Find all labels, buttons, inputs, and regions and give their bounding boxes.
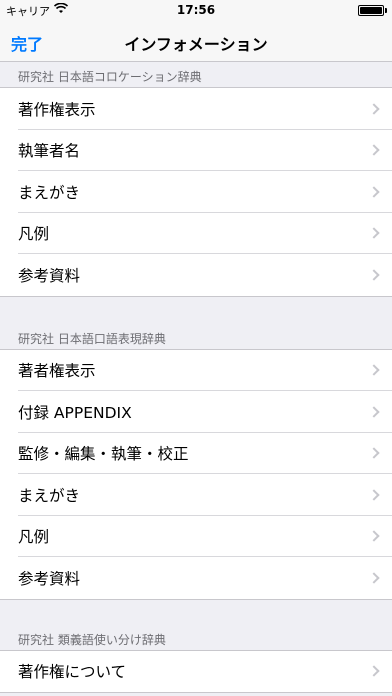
chevron-right-icon (368, 227, 380, 239)
status-bar: キャリア 17:56 (0, 0, 392, 20)
list-item[interactable]: 凡例 (0, 516, 392, 558)
section-group: 著作権について (0, 650, 392, 693)
chevron-right-icon (368, 530, 380, 542)
list-item[interactable]: 著者権表示 (0, 350, 392, 392)
status-time: 17:56 (176, 3, 216, 17)
list-item-label: 著者権表示 (18, 362, 96, 381)
list-item-label: 監修・編集・執筆・校正 (18, 445, 189, 464)
chevron-right-icon (368, 665, 380, 677)
list-item-label: 参考資料 (18, 569, 81, 588)
list-item[interactable]: 参考資料 (0, 557, 392, 599)
chevron-right-icon (368, 364, 380, 376)
battery-icon (358, 5, 384, 16)
list-item-label: 執筆者名 (18, 142, 81, 161)
page-title: インフォメーション (124, 35, 268, 54)
list-item[interactable]: 著作権表示 (0, 88, 392, 130)
section-header: 研究社 日本語コロケーション辞典 (0, 62, 392, 88)
battery-cap (385, 8, 387, 13)
list-item-label: 凡例 (18, 225, 50, 244)
chevron-right-icon (368, 186, 380, 198)
list-item[interactable]: 付録 APPENDIX (0, 391, 392, 433)
table-view[interactable]: 研究社 日本語コロケーション辞典 著作権表示 執筆者名 まえがき 凡例 参考資料… (0, 62, 392, 693)
section-group: 著作権表示 執筆者名 まえがき 凡例 参考資料 (0, 88, 392, 297)
list-item-label: 参考資料 (18, 266, 81, 285)
list-item-label: 著作権について (18, 663, 127, 682)
list-item[interactable]: まえがき (0, 474, 392, 516)
list-item[interactable]: 著作権について (0, 651, 392, 693)
chevron-right-icon (368, 572, 380, 584)
list-item-label: まえがき (18, 183, 81, 202)
chevron-right-icon (368, 269, 380, 281)
chevron-right-icon (368, 103, 380, 115)
list-item[interactable]: 参考資料 (0, 254, 392, 296)
chevron-right-icon (368, 489, 380, 501)
navigation-bar: 完了 インフォメーション (0, 20, 392, 62)
list-item[interactable]: 凡例 (0, 213, 392, 255)
list-item[interactable]: 監修・編集・執筆・校正 (0, 433, 392, 475)
chevron-right-icon (368, 144, 380, 156)
list-item-label: まえがき (18, 486, 81, 505)
chevron-right-icon (368, 406, 380, 418)
section-header: 研究社 類義語使い分け辞典 (0, 600, 392, 651)
section-group: 著者権表示 付録 APPENDIX 監修・編集・執筆・校正 まえがき 凡例 参考… (0, 349, 392, 600)
list-item-label: 著作権表示 (18, 100, 96, 119)
list-item-label: 付録 APPENDIX (18, 403, 132, 422)
list-item-label: 凡例 (18, 528, 50, 547)
list-item[interactable]: まえがき (0, 171, 392, 213)
list-item[interactable]: 執筆者名 (0, 130, 392, 172)
chevron-right-icon (368, 447, 380, 459)
section-header: 研究社 日本語口語表現辞典 (0, 297, 392, 350)
